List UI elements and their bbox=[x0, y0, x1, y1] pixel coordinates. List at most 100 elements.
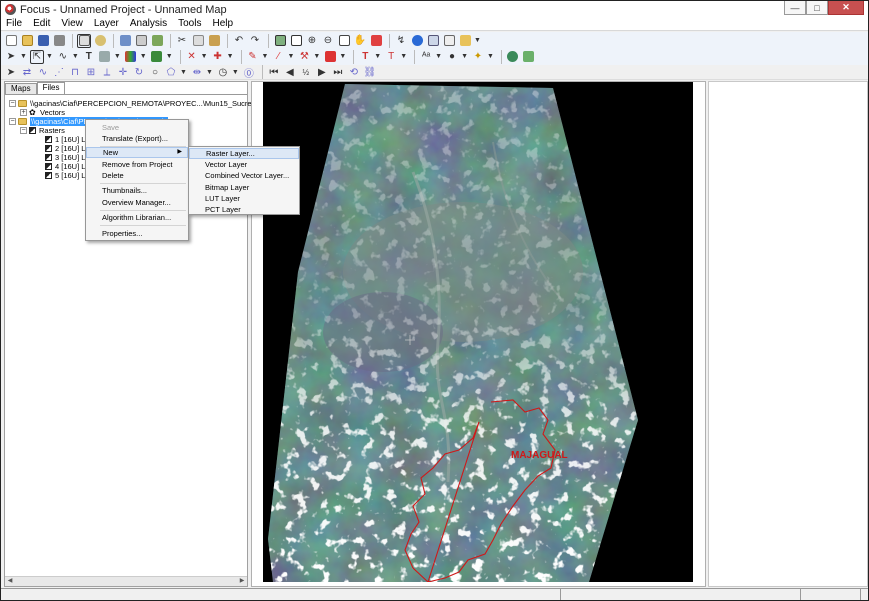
chevron-down-icon[interactable]: ▼ bbox=[180, 69, 187, 76]
map-canvas[interactable]: MAJAGUAL bbox=[263, 82, 693, 582]
zoom-extent-icon[interactable] bbox=[273, 34, 287, 48]
chevron-down-icon[interactable]: ▼ bbox=[374, 53, 381, 60]
prev-page-icon[interactable]: ◀ bbox=[283, 65, 297, 79]
tree-node-raster-channel[interactable]: 2 [16U] La bbox=[45, 144, 90, 153]
chevron-down-icon[interactable]: ▼ bbox=[262, 53, 269, 60]
ctx-translate-export[interactable]: Translate (Export)... bbox=[86, 133, 188, 144]
zoom-in-icon[interactable]: ⊕ bbox=[305, 34, 319, 48]
fill-color-icon[interactable] bbox=[323, 50, 337, 64]
merge-icon[interactable]: ⊓ bbox=[68, 65, 82, 79]
table-icon[interactable] bbox=[134, 34, 148, 48]
sub-pct-layer[interactable]: PCT Layer bbox=[189, 204, 299, 215]
open-folder-icon[interactable] bbox=[20, 34, 34, 48]
print-icon[interactable] bbox=[52, 34, 66, 48]
shape-tool-icon[interactable] bbox=[98, 50, 112, 64]
edit-node-icon[interactable]: ⇱ bbox=[29, 49, 44, 64]
polygon-tool-icon[interactable]: ⬠ bbox=[164, 65, 178, 79]
select-vector-icon[interactable]: ➤ bbox=[4, 65, 18, 79]
symbol-icon[interactable]: ● bbox=[445, 50, 459, 64]
ctx-remove-from-project[interactable]: Remove from Project bbox=[86, 159, 188, 170]
ctx-new[interactable]: New ▶ bbox=[86, 147, 188, 158]
tree-node-raster-channel[interactable]: 5 [16U] La bbox=[45, 171, 90, 180]
chevron-down-icon[interactable]: ▼ bbox=[287, 53, 294, 60]
script-icon[interactable] bbox=[458, 34, 472, 48]
pan-hand-icon[interactable]: ✋ bbox=[353, 34, 367, 48]
chevron-down-icon[interactable]: ▼ bbox=[166, 53, 173, 60]
chevron-down-icon[interactable]: ▼ bbox=[201, 53, 208, 60]
coordinate-icon[interactable]: ↯ bbox=[394, 34, 408, 48]
link-view-icon[interactable]: ⛓ bbox=[363, 65, 377, 79]
brush-icon[interactable]: ⚒ bbox=[297, 50, 311, 64]
snap-icon[interactable]: ✛ bbox=[116, 65, 130, 79]
layers-stack-icon[interactable] bbox=[150, 34, 164, 48]
chevron-down-icon[interactable]: ▼ bbox=[435, 53, 442, 60]
sub-lut-layer[interactable]: LUT Layer bbox=[189, 193, 299, 204]
sub-vector-layer[interactable]: Vector Layer bbox=[189, 159, 299, 170]
redo-icon[interactable]: ↷ bbox=[248, 34, 262, 48]
history-icon[interactable]: ◷ bbox=[216, 65, 230, 79]
ctx-properties[interactable]: Properties... bbox=[86, 228, 188, 239]
record-icon[interactable]: ⓪ bbox=[242, 65, 256, 80]
info-icon[interactable] bbox=[410, 34, 424, 48]
properties-panel-icon[interactable] bbox=[442, 34, 456, 48]
sub-combined-vector-layer[interactable]: Combined Vector Layer... bbox=[189, 170, 299, 181]
attribute-grid-icon[interactable] bbox=[426, 34, 440, 48]
sub-bitmap-layer[interactable]: Bitmap Layer bbox=[189, 182, 299, 193]
draw-line-icon[interactable]: ∿ bbox=[56, 50, 70, 64]
menu-help[interactable]: Help bbox=[207, 18, 239, 30]
chevron-down-icon[interactable]: ▼ bbox=[72, 53, 79, 60]
tree-node-raster-channel[interactable]: 1 [16U] La bbox=[45, 135, 90, 144]
line-color-icon[interactable]: ⁄ bbox=[271, 50, 285, 64]
collapse-icon[interactable]: − bbox=[20, 127, 27, 134]
menu-analysis[interactable]: Analysis bbox=[125, 18, 173, 30]
scroll-right-icon[interactable]: ▶ bbox=[237, 577, 247, 586]
cut-icon[interactable]: ✂ bbox=[175, 34, 189, 48]
map-view[interactable]: MAJAGUAL bbox=[251, 81, 706, 587]
vertex-icon[interactable]: ✕ bbox=[185, 50, 199, 64]
zoom-out-icon[interactable]: ⊖ bbox=[321, 34, 335, 48]
grid-color-icon[interactable] bbox=[124, 50, 138, 64]
minimize-button[interactable]: — bbox=[784, 1, 806, 15]
horizontal-scrollbar[interactable]: ◀ ▶ bbox=[5, 576, 247, 586]
ctx-delete[interactable]: Delete bbox=[86, 170, 188, 181]
new-file-icon[interactable] bbox=[4, 34, 18, 48]
refresh-icon[interactable] bbox=[369, 34, 383, 48]
save-disk-icon[interactable] bbox=[36, 34, 50, 48]
reshape-icon[interactable]: ∿ bbox=[36, 65, 50, 79]
menu-layer[interactable]: Layer bbox=[89, 18, 125, 30]
first-page-icon[interactable]: ⏮ bbox=[267, 65, 281, 79]
text-tool-icon[interactable]: T bbox=[82, 50, 96, 64]
tree-node-raster-channel[interactable]: 3 [16U] La bbox=[45, 153, 90, 162]
chevron-down-icon[interactable]: ▼ bbox=[339, 53, 346, 60]
collapse-icon[interactable]: − bbox=[9, 118, 16, 125]
extend-icon[interactable]: ⟂ bbox=[100, 65, 114, 79]
move-vertex-icon[interactable]: ⇄ bbox=[20, 65, 34, 79]
select-arrow-icon[interactable]: ➤ bbox=[4, 50, 18, 64]
undo-icon[interactable]: ↶ bbox=[232, 34, 246, 48]
chevron-down-icon[interactable]: ▼ bbox=[474, 37, 481, 44]
ctx-thumbnails[interactable]: Thumbnails... bbox=[86, 185, 188, 196]
next-page-icon[interactable]: ▶ bbox=[315, 65, 329, 79]
menu-view[interactable]: View bbox=[56, 18, 89, 30]
edit-pencil-icon[interactable] bbox=[118, 34, 132, 48]
chevron-down-icon[interactable]: ▼ bbox=[206, 69, 213, 76]
paste-icon[interactable] bbox=[207, 34, 221, 48]
menu-tools[interactable]: Tools bbox=[173, 18, 207, 30]
ctx-algorithm-librarian[interactable]: Algorithm Librarian... bbox=[86, 212, 188, 223]
expand-icon[interactable]: + bbox=[20, 109, 27, 116]
chevron-down-icon[interactable]: ▼ bbox=[313, 53, 320, 60]
maximize-button[interactable]: □ bbox=[806, 1, 828, 15]
ctx-overview-manager[interactable]: Overview Manager... bbox=[86, 197, 188, 208]
zoom-box-icon[interactable] bbox=[289, 34, 303, 48]
scroll-left-icon[interactable]: ◀ bbox=[5, 577, 15, 586]
layer-order-icon[interactable] bbox=[506, 50, 520, 64]
tab-maps[interactable]: Maps bbox=[5, 83, 37, 94]
fill-icon[interactable] bbox=[150, 50, 164, 64]
highlight-icon[interactable]: ✦ bbox=[471, 50, 485, 64]
trim-icon[interactable]: ⊞ bbox=[84, 65, 98, 79]
chevron-down-icon[interactable]: ▼ bbox=[227, 53, 234, 60]
chevron-down-icon[interactable]: ▼ bbox=[46, 53, 53, 60]
tree-node-raster-channel[interactable]: 4 [16U] La bbox=[45, 162, 90, 171]
crosshair-icon[interactable]: ✚ bbox=[211, 50, 225, 64]
chevron-down-icon[interactable]: ▼ bbox=[20, 53, 27, 60]
